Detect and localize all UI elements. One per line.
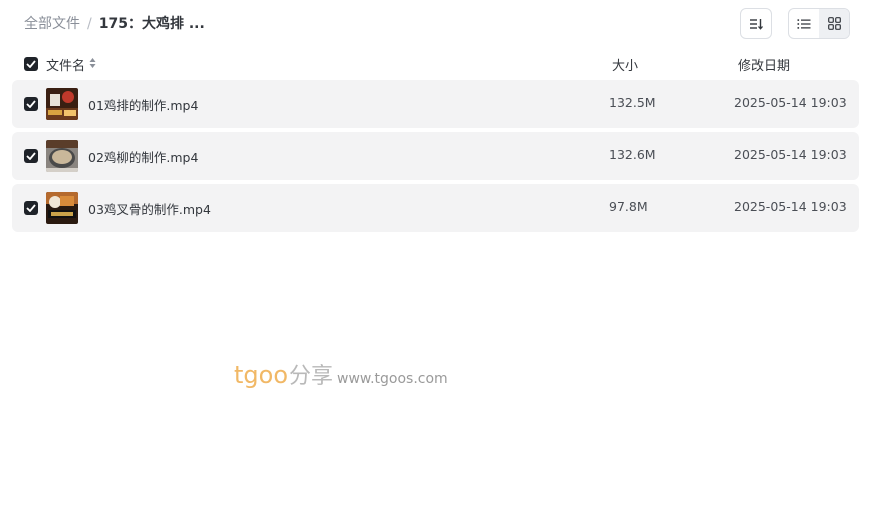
checkmark-icon	[26, 60, 36, 68]
view-toggle	[788, 8, 850, 39]
file-checkbox[interactable]	[24, 201, 38, 215]
grid-view-icon	[827, 17, 841, 30]
video-thumbnail-icon	[46, 88, 78, 120]
watermark-brand: tgoo	[234, 361, 289, 389]
file-size: 132.5M	[609, 95, 656, 110]
file-list: 01鸡排的制作.mp4 132.5M 2025-05-14 19:03 02鸡柳…	[12, 80, 859, 236]
checkmark-icon	[26, 204, 36, 212]
file-name[interactable]: 02鸡柳的制作.mp4	[88, 147, 198, 166]
video-thumbnail-icon	[46, 140, 78, 172]
file-checkbox[interactable]	[24, 149, 38, 163]
checkmark-icon	[26, 152, 36, 160]
list-view-button[interactable]	[789, 9, 819, 38]
list-view-icon	[797, 18, 811, 29]
file-row[interactable]: 02鸡柳的制作.mp4 132.6M 2025-05-14 19:03	[12, 132, 859, 180]
checkmark-icon	[26, 100, 36, 108]
file-modified-date: 2025-05-14 19:03	[734, 95, 847, 110]
file-name[interactable]: 01鸡排的制作.mp4	[88, 95, 198, 114]
breadcrumb-separator: /	[87, 16, 92, 32]
top-bar: 全部文件 / 175：大鸡排 ...	[0, 0, 874, 48]
sort-button[interactable]	[740, 8, 772, 39]
file-modified-date: 2025-05-14 19:03	[734, 199, 847, 214]
file-row[interactable]: 03鸡叉骨的制作.mp4 97.8M 2025-05-14 19:03	[12, 184, 859, 232]
file-size: 97.8M	[609, 199, 648, 214]
grid-view-button[interactable]	[819, 9, 849, 38]
breadcrumb-current-folder: 175：大鸡排 ...	[98, 16, 205, 32]
column-header-size[interactable]: 大小	[612, 55, 638, 74]
breadcrumb: 全部文件 / 175：大鸡排 ...	[24, 14, 205, 34]
select-all-checkbox[interactable]	[24, 57, 38, 71]
watermark: tgoo分享 www.tgoos.com	[234, 358, 448, 390]
file-size: 132.6M	[609, 147, 656, 162]
file-name[interactable]: 03鸡叉骨的制作.mp4	[88, 199, 211, 218]
file-checkbox[interactable]	[24, 97, 38, 111]
video-thumbnail-icon	[46, 192, 78, 224]
file-row[interactable]: 01鸡排的制作.mp4 132.5M 2025-05-14 19:03	[12, 80, 859, 128]
column-header-name[interactable]: 文件名	[46, 55, 85, 74]
file-list-header: 文件名 大小 修改日期	[24, 54, 854, 74]
watermark-cn-text: 分享	[289, 364, 334, 389]
column-header-date[interactable]: 修改日期	[738, 55, 790, 74]
watermark-url: www.tgoos.com	[337, 371, 448, 387]
sort-toggle-icon[interactable]	[89, 57, 96, 69]
file-modified-date: 2025-05-14 19:03	[734, 147, 847, 162]
breadcrumb-root-link[interactable]: 全部文件	[24, 16, 80, 32]
sort-descending-icon	[750, 18, 763, 30]
